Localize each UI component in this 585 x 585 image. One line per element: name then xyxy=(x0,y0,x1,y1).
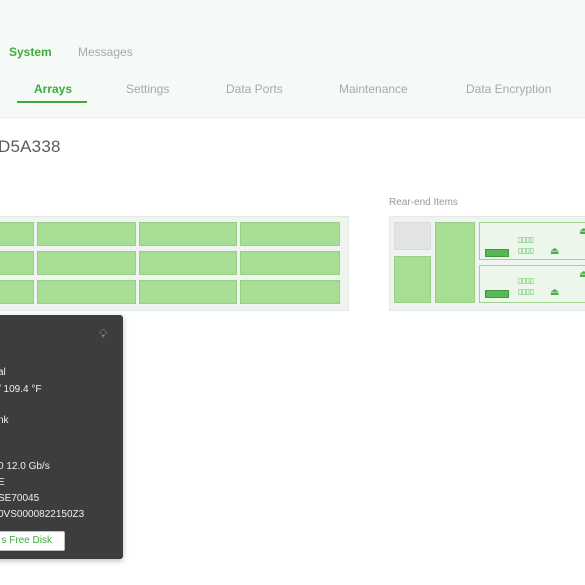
rear-empty-slot[interactable] xyxy=(394,222,431,250)
disk-slot[interactable] xyxy=(0,251,34,275)
disk-slot[interactable] xyxy=(37,251,136,275)
rear-fan-module[interactable] xyxy=(435,222,475,303)
port-dots: ▯▯▯▯ xyxy=(518,276,534,285)
port-icon: ⏏ xyxy=(579,269,585,280)
rear-end-label: Rear-end Items xyxy=(389,197,458,208)
disk-slot[interactable] xyxy=(240,222,340,246)
disk-details-tooltip xyxy=(0,315,123,559)
rear-controller-b[interactable]: ⏏ ▯▯▯▯ ▯▯▯▯ ⏏ xyxy=(479,265,585,303)
rear-controller-a[interactable]: ⏏ ▯▯▯▯ ▯▯▯▯ ⏏ xyxy=(479,222,585,260)
port-block[interactable] xyxy=(485,290,509,298)
lightbulb-icon[interactable]: 💡︎ xyxy=(99,327,107,342)
front-disk-panel xyxy=(0,216,349,311)
disk-slot[interactable] xyxy=(139,222,237,246)
port-dots: ▯▯▯▯ xyxy=(518,287,534,296)
tooltip-line: 0 12.0 Gb/s xyxy=(0,461,50,472)
subtab-maintenance[interactable]: Maintenance xyxy=(339,82,408,96)
disk-slot[interactable] xyxy=(139,251,237,275)
subtab-settings[interactable]: Settings xyxy=(126,82,169,96)
disk-slot[interactable] xyxy=(240,251,340,275)
port-dots: ▯▯▯▯ xyxy=(518,235,534,244)
tab-system[interactable]: System xyxy=(9,45,52,59)
port-icon: ⏏ xyxy=(579,226,585,237)
disk-slot[interactable] xyxy=(0,280,34,304)
subtab-data-encryption[interactable]: Data Encryption xyxy=(466,82,551,96)
subtab-arrays[interactable]: Arrays xyxy=(34,82,72,96)
port-dots: ▯▯▯▯ xyxy=(518,246,534,255)
tooltip-line: al xyxy=(0,367,6,378)
active-subtab-underline xyxy=(17,101,87,103)
port-icon: ⏏ xyxy=(550,246,560,257)
tooltip-line: 0VS0000822150Z3 xyxy=(0,509,85,520)
subtab-data-ports[interactable]: Data Ports xyxy=(226,82,283,96)
port-block[interactable] xyxy=(485,249,509,257)
disk-slot[interactable] xyxy=(240,280,340,304)
disk-slot[interactable] xyxy=(139,280,237,304)
rear-power-module[interactable] xyxy=(394,256,431,303)
tooltip-line: nk xyxy=(0,415,9,426)
tab-messages[interactable]: Messages xyxy=(78,45,133,59)
disk-slot[interactable] xyxy=(37,222,136,246)
device-title: D5A338 xyxy=(0,137,61,156)
set-as-free-disk-button[interactable]: s Free Disk xyxy=(0,531,65,551)
disk-slot[interactable] xyxy=(37,280,136,304)
tooltip-line: SE70045 xyxy=(0,493,40,504)
tooltip-line: / 109.4 °F xyxy=(0,384,42,395)
tooltip-line: E xyxy=(0,477,5,488)
header-bar xyxy=(0,0,585,118)
disk-slot[interactable] xyxy=(0,222,34,246)
port-icon: ⏏ xyxy=(550,287,560,298)
